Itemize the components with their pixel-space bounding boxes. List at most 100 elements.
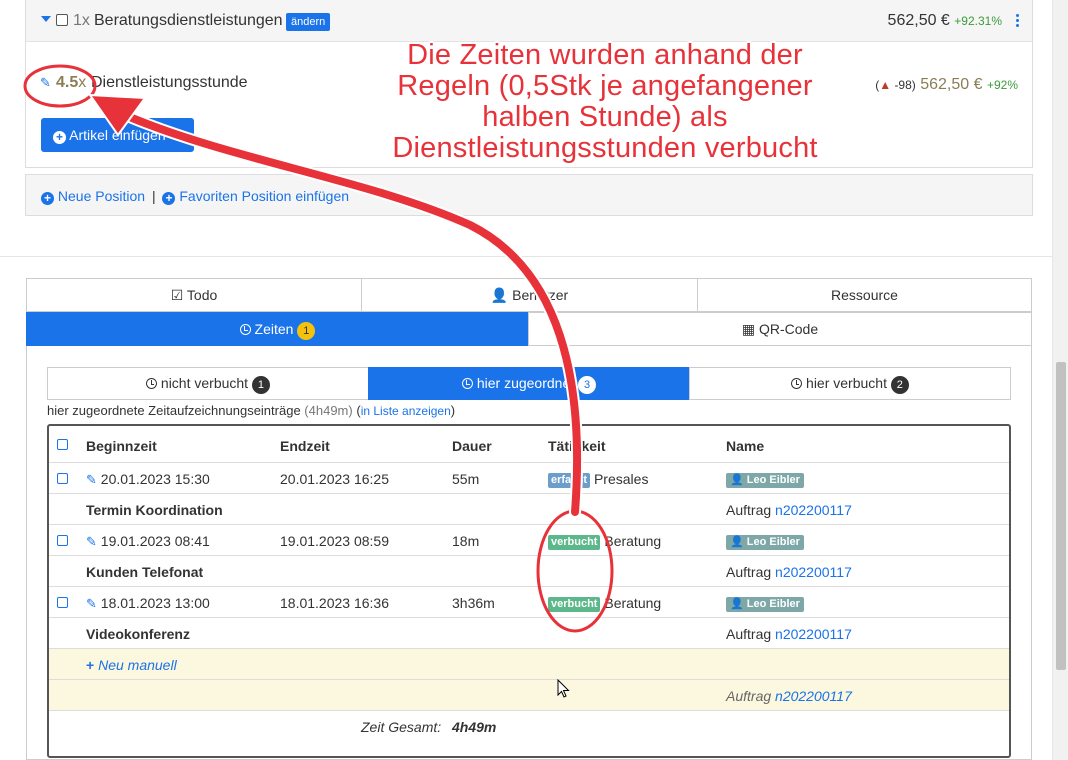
table-row-note: Videokonferenz Auftrag n202200117: [49, 618, 1009, 649]
row-activity-value: Presales: [593, 471, 649, 487]
row-activity: verbucht Beratung: [548, 533, 661, 550]
summary-text: hier zugeordnete Zeitaufzeichnungseinträ…: [47, 403, 301, 418]
position-quantity: 1x: [73, 12, 90, 29]
order-link[interactable]: n202200117: [775, 564, 852, 580]
summary-paren-close: ): [450, 403, 456, 418]
row-user-value: Leo Eibler: [746, 536, 800, 548]
row-checkbox[interactable]: [57, 597, 68, 608]
header-begin[interactable]: Beginnzeit: [86, 438, 157, 454]
manual-order-label: Auftrag: [726, 688, 772, 704]
position-checkbox[interactable]: [56, 14, 68, 26]
subtab-nicht-verbucht[interactable]: nicht verbucht 1: [47, 367, 369, 400]
subtab-hier-verbucht-badge: 2: [890, 376, 909, 394]
manual-order-row: Auftrag n202200117: [49, 680, 1009, 711]
row-end: 19.01.2023 08:59: [280, 533, 389, 549]
order-link[interactable]: n202200117: [775, 626, 852, 642]
pencil-icon[interactable]: ✎: [86, 596, 97, 612]
row-order: Auftrag n202200117: [726, 626, 852, 642]
tab-zeiten-badge: 1: [297, 322, 316, 340]
separator: |: [151, 188, 156, 204]
annotation-line: Die Zeiten wurden anhand der: [407, 39, 803, 71]
tab-zeiten[interactable]: Zeiten 1: [26, 312, 529, 346]
position-header: 1x Beratungsdienstleistungen ändern 562,…: [26, 0, 1032, 42]
position-price: 562,50 € +92.31%: [888, 12, 1002, 30]
plus-circle-icon: +: [53, 131, 66, 144]
new-position-panel: + Neue Position | + Favoriten Position e…: [25, 174, 1033, 216]
select-all-checkbox[interactable]: [57, 439, 68, 450]
item-row: ✎ 4.5x Dienstleistungsstunde: [40, 74, 248, 91]
item-percent: +92%: [986, 78, 1018, 92]
row-user: 👤 Leo Eibler: [726, 595, 804, 612]
annotation-line: Regeln (0,5Stk je angefangener: [397, 70, 813, 102]
item-name: Dienstleistungsstunde: [91, 74, 248, 91]
row-checkbox[interactable]: [57, 473, 68, 484]
order-link[interactable]: n202200117: [775, 688, 852, 704]
change-button[interactable]: ändern: [286, 13, 331, 31]
new-position-link[interactable]: + Neue Position: [41, 188, 145, 205]
row-user-value: Leo Eibler: [746, 474, 800, 486]
annotation-line: halben Stunde) als: [482, 101, 728, 133]
clock-icon: [461, 378, 473, 389]
scrollbar-thumb[interactable]: [1056, 362, 1066, 670]
tab-zeiten-label: Zeiten: [254, 321, 294, 337]
item-warning-value: -98: [894, 78, 912, 92]
subtab-hier-zugeordnet-badge: 3: [578, 376, 597, 394]
tab-benutzer[interactable]: 👤 Benutzer: [361, 278, 698, 312]
row-begin: ✎ 18.01.2023 13:00: [86, 595, 210, 612]
user-badge: 👤 Leo Eibler: [726, 535, 804, 550]
header-end[interactable]: Endzeit: [280, 438, 330, 454]
header-name[interactable]: Name: [726, 438, 764, 454]
row-order: Auftrag n202200117: [726, 502, 852, 518]
row-user-value: Leo Eibler: [746, 598, 800, 610]
subtab-hier-zugeordnet[interactable]: hier zugeordnet 3: [368, 367, 690, 400]
subtab-hier-zugeordnet-label: hier zugeordnet: [476, 375, 575, 391]
subtab-nicht-verbucht-label: nicht verbucht: [160, 375, 249, 391]
tab-ressource[interactable]: Ressource: [697, 278, 1032, 312]
subtab-hier-verbucht[interactable]: hier verbucht 2: [689, 367, 1011, 400]
table-row: ✎ 20.01.2023 15:30 20.01.2023 16:25 55m …: [49, 463, 1009, 494]
row-duration: 18m: [452, 533, 480, 549]
pencil-icon[interactable]: ✎: [40, 75, 51, 91]
tab-qr-code-label: QR-Code: [758, 321, 819, 337]
total-value: 4h49m: [452, 719, 497, 735]
row-begin-value: 20.01.2023 15:30: [100, 471, 210, 487]
new-position-links: + Neue Position | + Favoriten Position e…: [41, 188, 349, 205]
row-order-label: Auftrag: [726, 564, 772, 580]
user-icon: 👤: [490, 287, 509, 303]
row-order: Auftrag n202200117: [726, 564, 852, 580]
pencil-icon[interactable]: ✎: [86, 534, 97, 550]
table-header: Beginnzeit Endzeit Dauer Tätigkeit Name: [49, 426, 1009, 463]
pencil-icon[interactable]: ✎: [86, 472, 97, 488]
add-article-label: Artikel einfügen: [69, 127, 166, 143]
new-manual-link[interactable]: + Neu manuell: [86, 657, 177, 673]
tab-todo[interactable]: ☑ Todo: [26, 278, 362, 312]
row-activity: verbucht Beratung: [548, 595, 661, 612]
row-begin-value: 18.01.2023 13:00: [100, 595, 210, 611]
row-activity-value: Beratung: [604, 533, 662, 549]
row-checkbox[interactable]: [57, 535, 68, 546]
order-link[interactable]: n202200117: [775, 502, 852, 518]
favorites-position-link[interactable]: + Favoriten Position einfügen: [162, 188, 349, 205]
header-activity[interactable]: Tätigkeit: [548, 438, 606, 454]
row-note: Termin Koordination: [86, 502, 223, 518]
mouse-cursor-icon: [557, 679, 570, 698]
status-badge: verbucht: [548, 597, 601, 612]
row-order-label: Auftrag: [726, 502, 772, 518]
caret-down-icon[interactable]: [41, 16, 51, 22]
page-scrollbar[interactable]: [1052, 0, 1068, 760]
clock-icon: [146, 378, 158, 389]
row-activity: erfasst Presales: [548, 471, 648, 488]
position-percent: +92.31%: [954, 14, 1002, 28]
row-begin: ✎ 19.01.2023 08:41: [86, 533, 210, 550]
tab-benutzer-label: Benutzer: [512, 287, 569, 303]
kebab-menu-icon[interactable]: [1016, 14, 1020, 29]
new-manual-label: Neu manuell: [98, 657, 177, 673]
add-article-button[interactable]: + Artikel einfügen: [41, 118, 194, 152]
header-duration[interactable]: Dauer: [452, 438, 492, 454]
tab-qr-code[interactable]: ▦ QR-Code: [528, 312, 1032, 346]
subtab-nicht-verbucht-badge: 1: [251, 376, 270, 394]
row-user: 👤 Leo Eibler: [726, 533, 804, 550]
show-in-list-link[interactable]: in Liste anzeigen: [361, 404, 451, 418]
row-begin-value: 19.01.2023 08:41: [100, 533, 210, 549]
row-note: Videokonferenz: [86, 626, 190, 642]
